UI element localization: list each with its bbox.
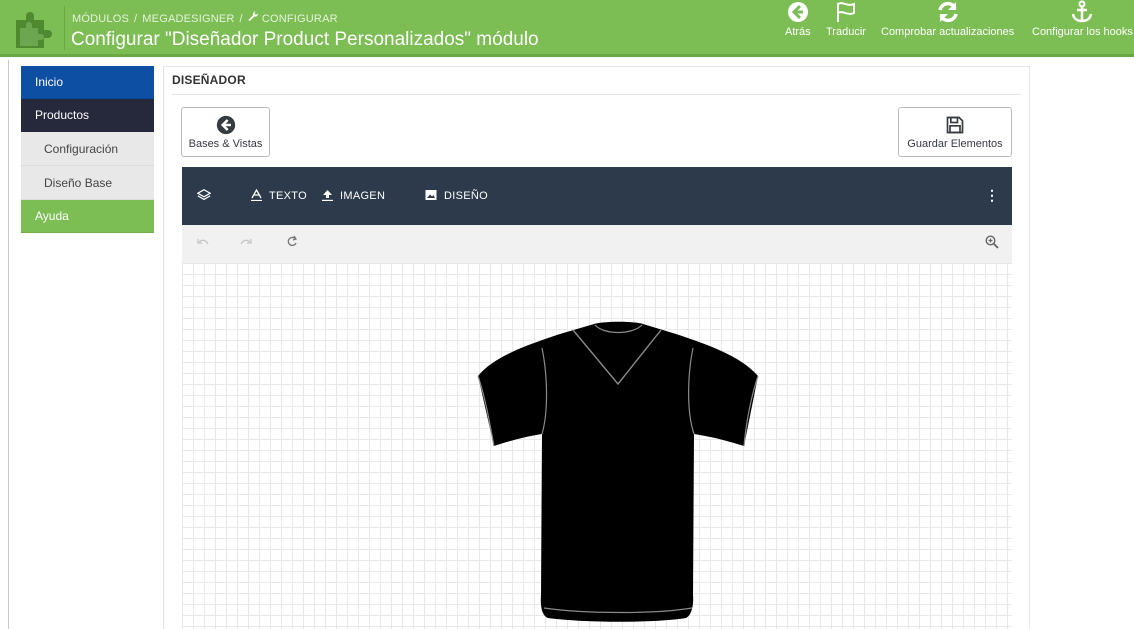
bases-vistas-button[interactable]: Bases & Vistas — [181, 107, 270, 157]
flag-icon — [836, 2, 855, 22]
header-divider — [64, 6, 65, 50]
more-options-icon[interactable]: ⋮ — [985, 187, 999, 203]
configure-hooks-button[interactable]: Configurar los hooks — [1032, 0, 1133, 38]
back-button[interactable]: Atrás — [785, 0, 811, 38]
sidebar-left-border — [8, 60, 9, 629]
breadcrumb-megadesigner[interactable]: MEGADESIGNER — [142, 13, 234, 25]
reset-icon[interactable] — [286, 235, 298, 252]
canvas-actions-bar — [182, 225, 1012, 263]
text-icon — [251, 188, 262, 204]
arrow-circle-left-icon — [787, 2, 808, 22]
imagen-tool[interactable]: IMAGEN — [322, 189, 385, 204]
guardar-elementos-button[interactable]: Guardar Elementos — [898, 107, 1012, 157]
breadcrumb-modulos[interactable]: MÓDULOS — [72, 13, 129, 25]
sidebar: Inicio Productos Configuración Diseño Ba… — [21, 66, 154, 233]
wrench-icon — [248, 11, 259, 25]
configure-hooks-label: Configurar los hooks — [1032, 26, 1133, 38]
sidebar-item-ayuda[interactable]: Ayuda — [21, 200, 154, 233]
breadcrumb: MÓDULOS / MEGADESIGNER / CONFIGURAR — [72, 11, 338, 25]
anchor-icon — [1072, 0, 1093, 23]
arrow-circle-left-icon — [216, 115, 235, 135]
image-icon — [425, 189, 437, 204]
bases-vistas-label: Bases & Vistas — [188, 138, 263, 150]
refresh-icon — [937, 1, 958, 23]
tshirt-base-image[interactable] — [476, 320, 761, 625]
sidebar-item-inicio[interactable]: Inicio — [21, 66, 154, 99]
diseno-label: DISEÑO — [444, 190, 488, 202]
redo-icon[interactable] — [240, 236, 252, 251]
sidebar-item-productos[interactable]: Productos — [21, 99, 154, 132]
undo-icon[interactable] — [197, 236, 209, 251]
layers-button[interactable] — [196, 188, 212, 205]
diseno-tool[interactable]: DISEÑO — [425, 189, 488, 204]
guardar-elementos-label: Guardar Elementos — [907, 138, 1003, 150]
page-title: Configurar "Diseñador Product Personaliz… — [71, 29, 539, 50]
app-header: MÓDULOS / MEGADESIGNER / CONFIGURAR Configur… — [0, 0, 1134, 57]
panel-divider — [172, 94, 1021, 95]
texto-label: TEXTO — [269, 190, 307, 202]
zoom-in-icon[interactable] — [985, 235, 999, 252]
sidebar-item-diseno-base[interactable]: Diseño Base — [21, 166, 154, 200]
translate-label: Traducir — [826, 26, 866, 38]
upload-icon — [322, 189, 333, 204]
texto-tool[interactable]: TEXTO — [251, 188, 307, 204]
imagen-label: IMAGEN — [340, 190, 386, 202]
back-label: Atrás — [785, 26, 811, 38]
check-updates-button[interactable]: Comprobar actualizaciones — [881, 0, 1014, 38]
layers-icon — [196, 189, 212, 201]
puzzle-logo-icon — [16, 12, 52, 48]
breadcrumb-configurar: CONFIGURAR — [261, 13, 338, 25]
check-updates-label: Comprobar actualizaciones — [881, 26, 1015, 38]
panel-title: DISEÑADOR — [172, 73, 246, 87]
translate-button[interactable]: Traducir — [826, 0, 866, 38]
floppy-disk-icon — [946, 116, 964, 134]
sidebar-item-configuracion[interactable]: Configuración — [21, 132, 154, 166]
